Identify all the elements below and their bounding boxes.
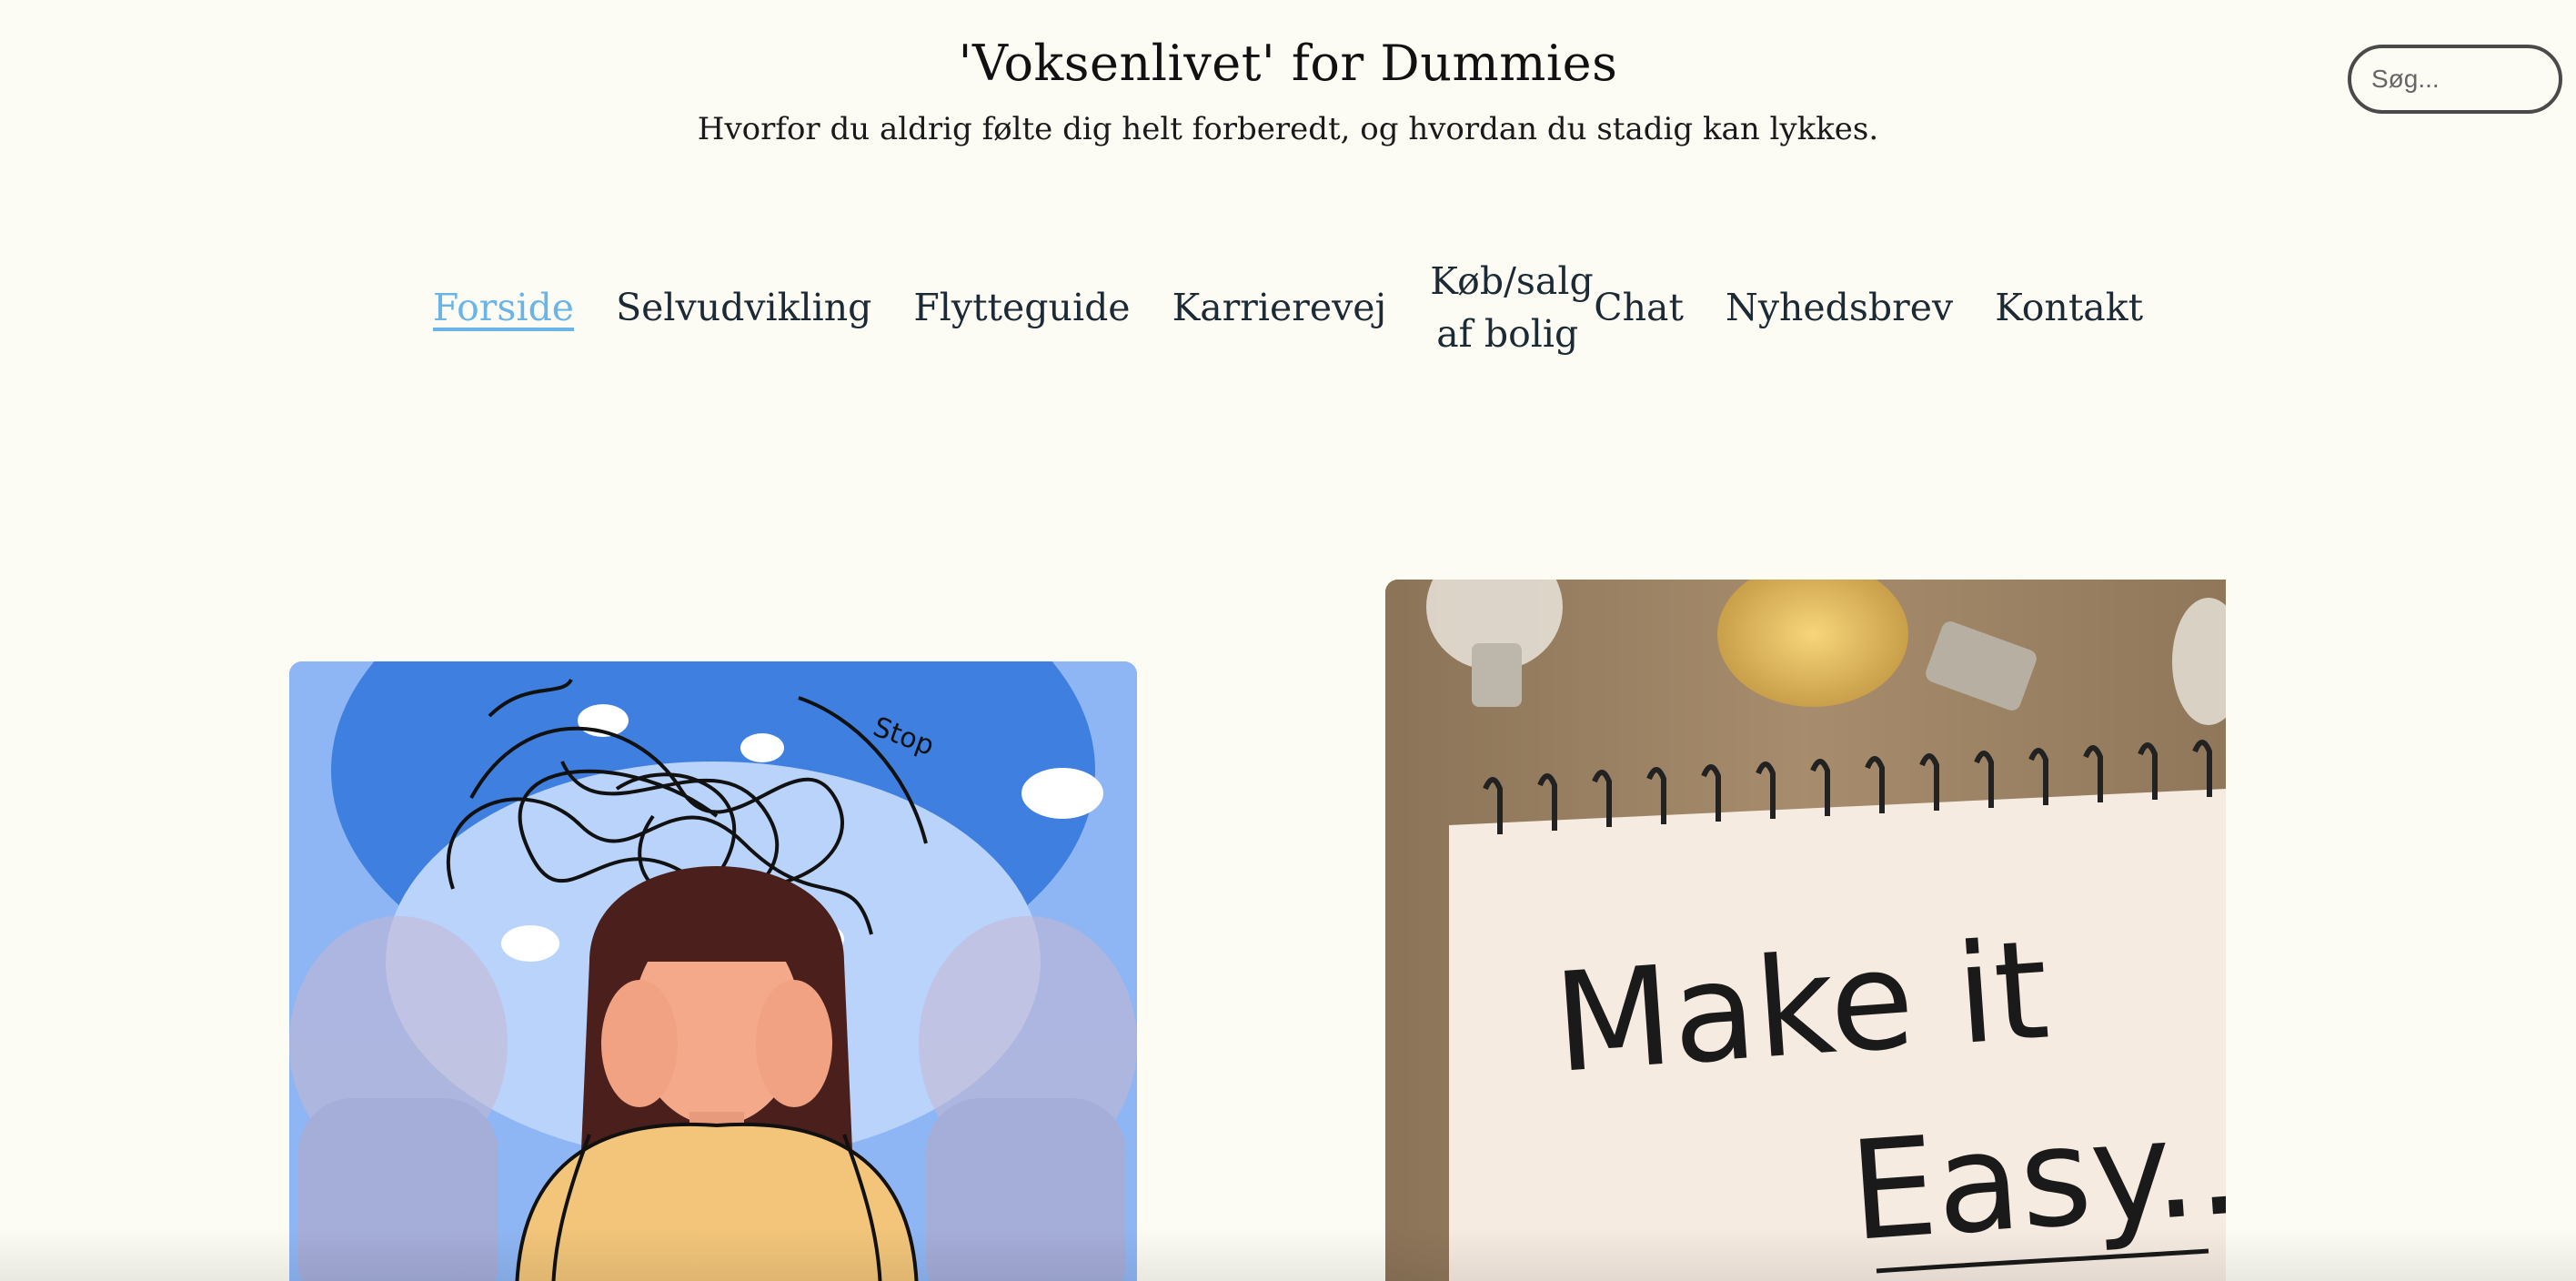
stress-illustration-image: Stop xyxy=(289,661,1137,1281)
nav-item-karrierevej[interactable]: Karrierevej xyxy=(1172,281,1387,334)
nav-item-kontakt[interactable]: Kontakt xyxy=(1995,281,2143,334)
site-title: 'Voksenlivet' for Dummies xyxy=(958,35,1618,92)
make-it-easy-image: Make it Easy.. xyxy=(1385,580,2226,1281)
nav-item-nyhedsbrev[interactable]: Nyhedsbrev xyxy=(1726,281,1953,334)
page: 'Voksenlivet' for Dummies Hvorfor du ald… xyxy=(0,0,2576,1281)
nav-item-koeb-salg-af-bolig[interactable]: Køb/salg af bolig xyxy=(1430,255,1594,360)
nav-item-chat[interactable]: Chat xyxy=(1594,281,1684,334)
nav-item-forside[interactable]: Forside xyxy=(433,281,574,334)
site-subtitle: Hvorfor du aldrig følte dig helt forbere… xyxy=(697,111,1879,147)
nav-item-flytteguide[interactable]: Flytteguide xyxy=(913,281,1130,334)
easy-text: Easy.. xyxy=(1845,1087,2226,1272)
main-navigation: Forside Selvudvikling Flytteguide Karrie… xyxy=(0,255,2576,360)
nav-item-selvudvikling[interactable]: Selvudvikling xyxy=(616,281,871,334)
article-card-make-it-easy[interactable]: Make it Easy.. xyxy=(1385,580,2226,1281)
search-input[interactable] xyxy=(2348,45,2562,114)
article-card-stress-illustration[interactable]: Stop xyxy=(289,661,1137,1281)
